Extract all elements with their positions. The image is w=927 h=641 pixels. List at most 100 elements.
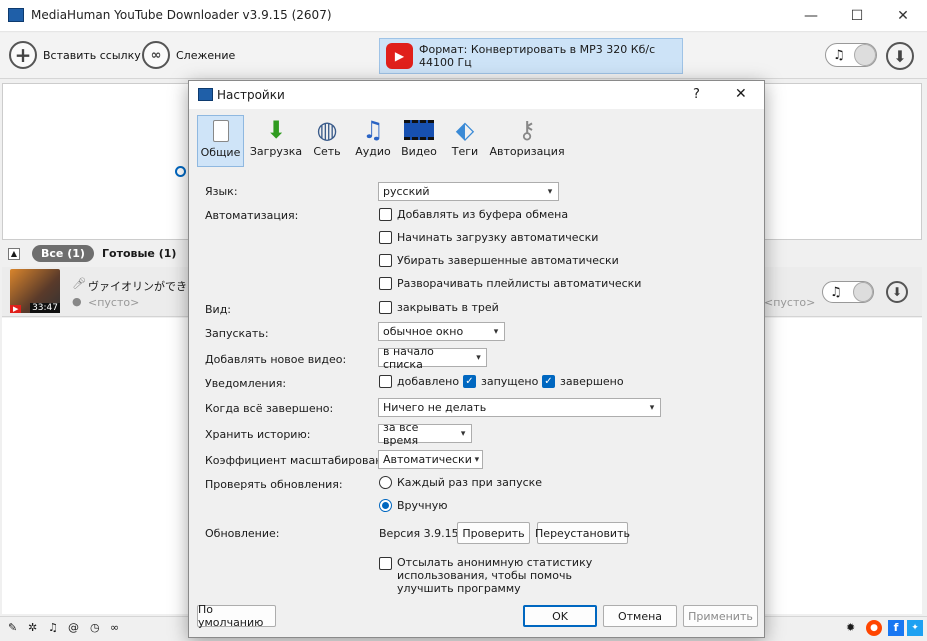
collapse-icon[interactable]: ▲	[8, 248, 20, 260]
reinstall-button[interactable]: Переустановить	[535, 522, 630, 544]
notify-added-checkbox[interactable]: добавлено	[379, 375, 459, 388]
checkbox-box	[379, 231, 392, 244]
auto-remove-checkbox[interactable]: Убирать завершенные автоматически	[379, 254, 619, 267]
tab-download[interactable]: ⬇ Загрузка	[249, 115, 303, 167]
tools-icon[interactable]: ✎	[8, 621, 17, 634]
item-subtitle: <пусто>	[88, 296, 140, 309]
launch-label: Запускать:	[205, 327, 269, 340]
dialog-close-button[interactable]: ✕	[735, 86, 747, 102]
audio-mode-toggle[interactable]: ♫	[825, 43, 877, 67]
download-arrow-icon: ⬇	[893, 46, 907, 66]
apply-button[interactable]: Применить	[683, 605, 758, 627]
launch-select[interactable]: обычное окно ▾	[378, 322, 505, 341]
notifications-label: Уведомления:	[205, 377, 287, 390]
twitter-icon[interactable]: ✦	[907, 620, 923, 636]
window-title: MediaHuman YouTube Downloader v3.9.15 (2…	[31, 8, 332, 22]
music-note-icon: ♫	[833, 47, 845, 63]
progress-indicator	[175, 166, 186, 177]
binoculars-icon[interactable]: ∞	[110, 621, 119, 634]
defaults-button[interactable]: По умолчанию	[197, 603, 276, 629]
start-download-button[interactable]: ⬇	[886, 42, 914, 70]
history-label: Хранить историю:	[205, 428, 311, 441]
cancel-button[interactable]: Отмена	[603, 605, 677, 627]
facebook-icon[interactable]: f	[888, 620, 904, 636]
checkbox-label: запущено	[481, 375, 539, 388]
radio-circle	[379, 476, 392, 489]
chevron-down-icon: ▾	[493, 326, 499, 337]
launch-value: обычное окно	[383, 325, 464, 338]
notify-started-checkbox[interactable]: ✓ запущено	[463, 375, 538, 388]
auto-start-checkbox[interactable]: Начинать загрузку автоматически	[379, 231, 598, 244]
duration-badge: 33:47	[30, 303, 60, 313]
item-download-button[interactable]: ⬇	[886, 281, 908, 303]
chevron-down-icon: ▾	[649, 402, 655, 413]
filter-done[interactable]: Готовые (1)	[102, 247, 176, 260]
tab-label: Загрузка	[249, 145, 303, 158]
add-video-select[interactable]: в начало списка ▾	[378, 345, 487, 371]
paste-link-label: Вставить ссылку	[43, 48, 141, 62]
tab-authorization[interactable]: ⚷ Авторизация	[489, 115, 565, 167]
when-done-select[interactable]: Ничего не делать ▾	[378, 398, 661, 417]
snail-icon[interactable]: @	[68, 621, 79, 634]
close-button[interactable]: ✕	[880, 0, 926, 32]
radio-label: Каждый раз при запуске	[397, 476, 543, 489]
music-icon[interactable]: ♫	[48, 621, 58, 634]
update-manual-radio[interactable]: Вручную	[379, 499, 448, 512]
radio-circle	[379, 499, 392, 512]
close-to-tray-checkbox[interactable]: закрывать в трей	[379, 301, 499, 314]
download-arrow-icon: ⬇	[891, 285, 903, 299]
binoculars-icon: ∞	[142, 41, 170, 69]
format-selector[interactable]: ▶ Формат: Конвертировать в MP3 320 Кб/с …	[379, 38, 683, 74]
item-right-placeholder: <пусто>	[764, 296, 816, 309]
bug-icon[interactable]: ✹	[846, 621, 855, 634]
add-video-label: Добавлять новое видео:	[205, 353, 347, 366]
language-select[interactable]: русский ▾	[378, 182, 559, 201]
check-updates-label: Проверять обновления:	[205, 478, 343, 491]
notify-finished-checkbox[interactable]: ✓ завершено	[542, 375, 624, 388]
update-on-start-radio[interactable]: Каждый раз при запуске	[379, 476, 542, 489]
microphone-icon: 🎤︎	[72, 277, 86, 290]
format-label: Формат: Конвертировать в MP3 320 Кб/с 44…	[419, 43, 656, 69]
check-update-button[interactable]: Проверить	[457, 522, 530, 544]
clock-icon[interactable]: ◷	[90, 621, 100, 634]
tracking-button[interactable]: ∞ Слежение	[142, 41, 235, 69]
history-select[interactable]: за все время ▾	[378, 421, 472, 447]
checkbox-box	[379, 375, 392, 388]
globe-icon: ◍	[316, 116, 338, 144]
language-value: русский	[383, 185, 430, 198]
add-video-value: в начало списка	[383, 344, 434, 371]
switch-icon	[212, 116, 229, 146]
tab-label: Авторизация	[489, 145, 565, 158]
help-button[interactable]: ?	[693, 87, 700, 102]
tab-general[interactable]: Общие	[197, 115, 244, 167]
gear-icon[interactable]: ✲	[28, 621, 37, 634]
reddit-icon[interactable]: ●	[866, 620, 882, 636]
ok-button[interactable]: OK	[523, 605, 597, 627]
music-note-icon: ♫	[362, 116, 384, 144]
auto-expand-playlists-checkbox[interactable]: Разворачивать плейлисты автоматически	[379, 277, 641, 290]
scale-select[interactable]: Автоматически ▾	[378, 450, 483, 469]
tab-tags[interactable]: ⬖ Теги	[447, 115, 483, 167]
tab-label: Теги	[451, 145, 479, 158]
tab-video[interactable]: Видео	[401, 115, 437, 167]
auto-clipboard-checkbox[interactable]: Добавлять из буфера обмена	[379, 208, 568, 221]
stats-line-1: Отсылать анонимную статистику	[397, 556, 593, 569]
when-done-label: Когда всё завершено:	[205, 402, 334, 415]
chevron-down-icon: ▾	[460, 428, 466, 439]
when-done-value: Ничего не делать	[383, 401, 487, 414]
maximize-button[interactable]: ☐	[834, 0, 880, 32]
paste-link-button[interactable]: + Вставить ссылку	[9, 41, 141, 69]
checkbox-label: закрывать в трей	[397, 301, 499, 314]
send-stats-checkbox[interactable]: Отсылать анонимную статистику использова…	[379, 556, 592, 595]
tab-label: Общие	[200, 146, 241, 159]
person-icon: ●	[72, 295, 82, 308]
minimize-button[interactable]: —	[788, 0, 834, 32]
video-thumbnail: 33:47 ▶	[10, 269, 60, 313]
checkbox-box	[379, 301, 392, 314]
tab-network[interactable]: ◍ Сеть	[311, 115, 343, 167]
item-audio-toggle[interactable]: ♫	[822, 281, 874, 303]
youtube-icon: ▶	[386, 43, 413, 69]
filter-all[interactable]: Все (1)	[32, 245, 94, 262]
checkbox-box	[379, 557, 392, 570]
tab-audio[interactable]: ♫ Аудио	[355, 115, 391, 167]
